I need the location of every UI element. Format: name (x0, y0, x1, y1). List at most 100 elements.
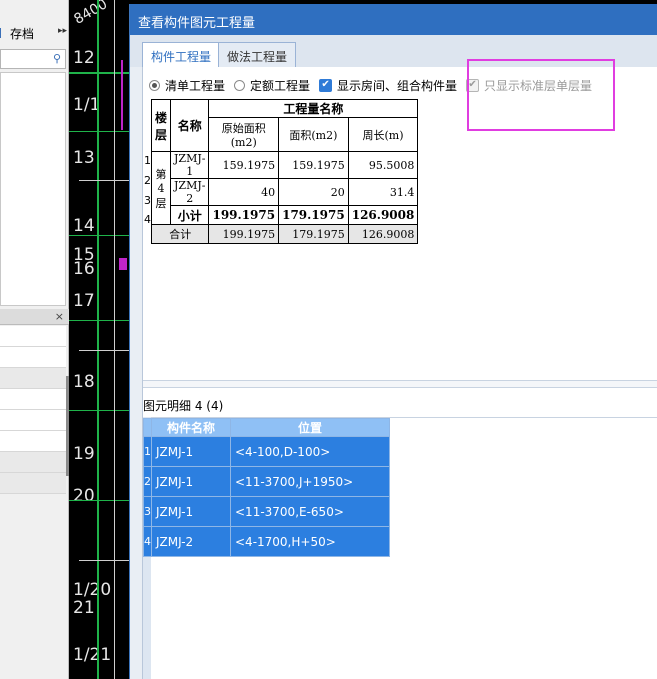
property-row[interactable] (0, 431, 66, 452)
total-area: 179.1975 (278, 224, 349, 244)
cad-line (119, 258, 127, 270)
quota-quantity-label[interactable]: 定额工程量 (250, 77, 310, 94)
left-panel: 存档 ▸▸ ⚲ × (0, 0, 69, 679)
corner-cell (143, 418, 152, 437)
element-detail-label: 图元明细 4 (4) (143, 399, 224, 413)
header-name: 名称 (170, 99, 210, 152)
cad-line (69, 320, 129, 321)
perimeter-cell: 31.4 (347, 178, 419, 206)
axis-number: 20 (73, 486, 95, 506)
property-row[interactable] (0, 410, 66, 431)
axis-number: 19 (73, 444, 95, 464)
cad-line (69, 131, 129, 132)
quota-quantity-radio[interactable] (234, 79, 246, 91)
property-row[interactable] (0, 368, 66, 389)
header-component-name: 构件名称 (151, 418, 231, 437)
cad-line (79, 560, 129, 561)
axis-number: 16 (73, 259, 95, 279)
save-button[interactable]: 存档 (10, 25, 34, 42)
axis-number: 21 (73, 598, 95, 618)
panel-splitter[interactable] (143, 380, 657, 388)
subtotal-label: 小计 (170, 205, 210, 225)
row-number: 4 (144, 213, 151, 226)
cad-line (69, 72, 129, 74)
property-row[interactable] (0, 326, 66, 347)
subtotal-area: 179.1975 (278, 205, 349, 225)
row-number: 3 (144, 194, 151, 207)
quantity-table: 楼层 名称 工程量名称 原始面积(m2) 面积(m2) 周长(m) 第4层 JZ… (150, 99, 419, 244)
list-quantity-radio[interactable] (149, 79, 160, 91)
component-name-cell[interactable]: JZMJ-1 (151, 496, 231, 527)
search-input[interactable]: ⚲ (0, 49, 66, 69)
perimeter-cell: 95.5008 (347, 151, 419, 179)
properties-header: × (0, 309, 69, 325)
property-row[interactable] (0, 347, 66, 368)
row-number: 3 (143, 496, 152, 527)
left-toolbar: 存档 ▸▸ (0, 22, 69, 44)
axis-number: 14 (73, 216, 95, 236)
dimension-text: 8400 (71, 0, 111, 28)
component-name-cell[interactable]: JZMJ-2 (151, 526, 231, 557)
area-cell: 159.1975 (278, 151, 349, 179)
name-cell: JZMJ-1 (170, 151, 210, 179)
detail-table: 构件名称 位置 1 JZMJ-1 <4-100,D-100> 2 JZMJ-1 … (143, 418, 390, 557)
position-cell[interactable]: <4-100,D-100> (230, 436, 390, 467)
axis-number: 1/20 (73, 580, 112, 600)
component-quantity-dialog: 查看构件图元工程量 构件工程量 做法工程量 清单工程量 定额工程量 ✔ 显示房间… (129, 4, 657, 679)
component-name-cell[interactable]: JZMJ-1 (151, 466, 231, 497)
total-perimeter: 126.9008 (347, 224, 419, 244)
name-cell: JZMJ-2 (170, 178, 210, 206)
axis-number: 18 (73, 372, 95, 392)
position-cell[interactable]: <11-3700,E-650> (230, 496, 390, 527)
table-row[interactable]: 3 JZMJ-1 <11-3700,E-650> (143, 496, 390, 527)
show-rooms-label[interactable]: 显示房间、组合构件量 (337, 77, 457, 94)
property-row[interactable] (0, 389, 66, 410)
list-quantity-label[interactable]: 清单工程量 (165, 77, 225, 94)
tab-component-quantity[interactable]: 构件工程量 (142, 42, 221, 67)
cad-line (69, 500, 129, 501)
row-number: 2 (144, 174, 151, 187)
axis-number: 17 (73, 291, 95, 311)
cad-line (69, 235, 129, 236)
row-number: 2 (143, 466, 152, 497)
table-row[interactable]: 1 JZMJ-1 <4-100,D-100> (143, 436, 390, 467)
total-label: 合计 (150, 224, 210, 244)
total-original-area: 199.1975 (208, 224, 280, 244)
property-row[interactable] (0, 473, 66, 494)
cad-line (121, 60, 123, 130)
subtotal-perimeter: 126.9008 (347, 205, 419, 225)
more-arrow-icon[interactable]: ▸▸ (58, 26, 67, 36)
search-icon[interactable]: ⚲ (53, 52, 61, 65)
close-icon[interactable]: × (55, 310, 64, 323)
cad-line (97, 0, 99, 679)
original-area-cell: 40 (208, 178, 280, 206)
property-row[interactable] (0, 452, 66, 473)
tab-content: 清单工程量 定额工程量 ✔ 显示房间、组合构件量 ✔ 只显示标准层单层量 1 2… (142, 59, 657, 679)
header-area: 面积(m2) (278, 117, 349, 152)
tab-method-quantity[interactable]: 做法工程量 (218, 42, 297, 67)
header-floor: 楼层 (150, 99, 172, 152)
cad-line (69, 410, 129, 411)
annotation-highlight-box (467, 59, 615, 131)
area-cell: 20 (278, 178, 349, 206)
header-position: 位置 (230, 418, 390, 437)
show-rooms-checkbox[interactable]: ✔ (319, 78, 333, 92)
table-row[interactable]: 4 JZMJ-2 <4-1700,H+50> (143, 526, 390, 557)
row-number: 1 (144, 154, 151, 167)
component-list[interactable] (0, 72, 66, 306)
cad-line (114, 0, 115, 679)
header-perimeter: 周长(m) (347, 117, 419, 152)
header-group: 工程量名称 (208, 99, 419, 118)
cad-line (79, 180, 129, 181)
dialog-title: 查看构件图元工程量 (130, 4, 657, 35)
component-name-cell[interactable]: JZMJ-1 (151, 436, 231, 467)
row-number: 4 (143, 526, 152, 557)
position-cell[interactable]: <4-1700,H+50> (230, 526, 390, 557)
axis-number: 1/21 (73, 645, 112, 665)
table-row[interactable]: 2 JZMJ-1 <11-3700,J+1950> (143, 466, 390, 497)
save-icon[interactable] (0, 28, 4, 38)
axis-number: 12 (73, 48, 95, 68)
position-cell[interactable]: <11-3700,J+1950> (230, 466, 390, 497)
row-number: 1 (143, 436, 152, 467)
header-original-area: 原始面积(m2) (208, 117, 280, 152)
